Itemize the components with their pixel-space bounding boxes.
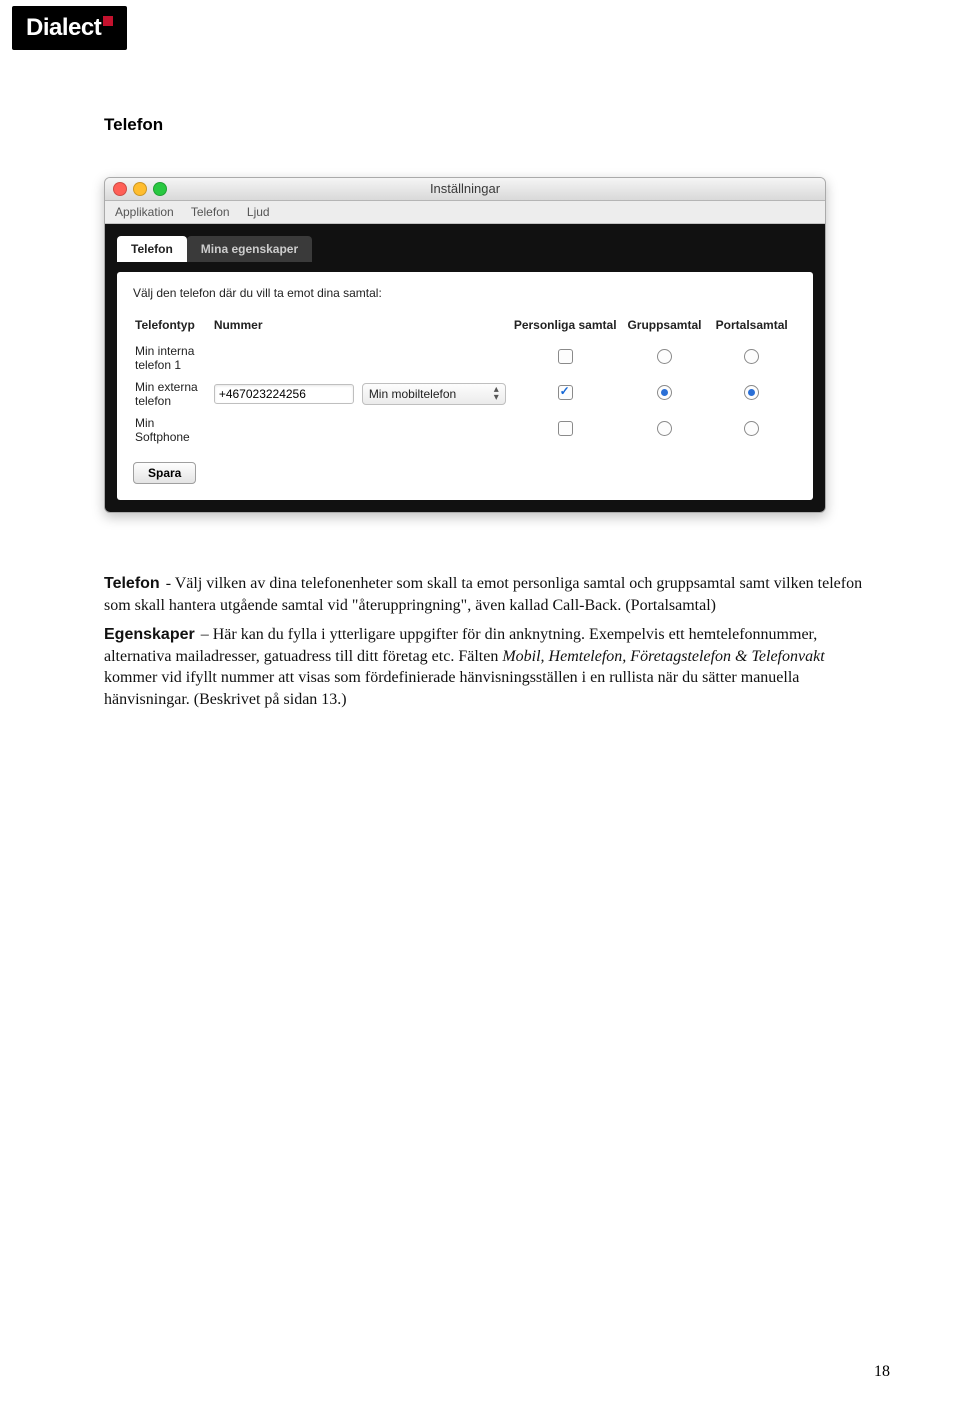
table-row: Min Softphone [133,412,797,448]
minimize-icon[interactable] [133,182,147,196]
col-telefontyp: Telefontyp [133,314,212,340]
table-row: Min interna telefon 1 [133,340,797,376]
table-row: Min externa telefon Min mobiltelefon ▴▾ [133,376,797,412]
para2-rest-b: kommer vid ifyllt nummer att visas som f… [104,669,799,708]
menu-applikation[interactable]: Applikation [115,205,174,219]
menubar: Applikation Telefon Ljud [105,201,825,224]
radio-gruppsamtal[interactable] [657,385,672,400]
logo: Dialect [12,6,127,50]
logo-text: Dialect [26,14,101,41]
instruction-text: Välj den telefon där du vill ta emot din… [133,286,797,300]
checkbox-personliga[interactable] [558,385,573,400]
settings-window: Inställningar Applikation Telefon Ljud T… [104,177,826,513]
page-number: 18 [874,1363,890,1381]
body-text: Telefon - Välj vilken av dina telefonenh… [104,573,864,711]
radio-portalsamtal[interactable] [744,385,759,400]
window-titlebar: Inställningar [105,178,825,201]
save-button[interactable]: Spara [133,462,196,484]
row-label: Min Softphone [133,412,212,448]
tab-telefon[interactable]: Telefon [117,236,187,262]
col-portalsamtal: Portalsamtal [710,314,797,340]
page-title: Telefon [104,115,864,135]
row-label: Min interna telefon 1 [133,340,212,376]
para1-lead: Telefon [104,575,160,592]
menu-telefon[interactable]: Telefon [191,205,230,219]
para2-italic: Mobil, Hemtelefon, Företagstelefon & Tel… [502,648,824,665]
menu-ljud[interactable]: Ljud [247,205,270,219]
zoom-icon[interactable] [153,182,167,196]
chevron-updown-icon: ▴▾ [494,386,499,402]
device-select[interactable]: Min mobiltelefon ▴▾ [362,383,506,405]
radio-portalsamtal[interactable] [744,421,759,436]
number-input[interactable] [214,384,354,404]
col-nummer: Nummer [212,314,360,340]
col-gruppsamtal: Gruppsamtal [623,314,711,340]
logo-accent-icon [103,16,113,26]
checkbox-personliga[interactable] [558,349,573,364]
radio-portalsamtal[interactable] [744,349,759,364]
checkbox-personliga[interactable] [558,421,573,436]
para1-rest: - Välj vilken av dina telefonenheter som… [104,575,862,614]
para2-lead: Egenskaper [104,626,195,643]
window-title: Inställningar [430,181,500,196]
row-label: Min externa telefon [133,376,212,412]
select-value: Min mobiltelefon [369,387,456,401]
tab-mina-egenskaper[interactable]: Mina egenskaper [187,236,312,262]
radio-gruppsamtal[interactable] [657,349,672,364]
close-icon[interactable] [113,182,127,196]
col-personliga: Personliga samtal [512,314,623,340]
radio-gruppsamtal[interactable] [657,421,672,436]
